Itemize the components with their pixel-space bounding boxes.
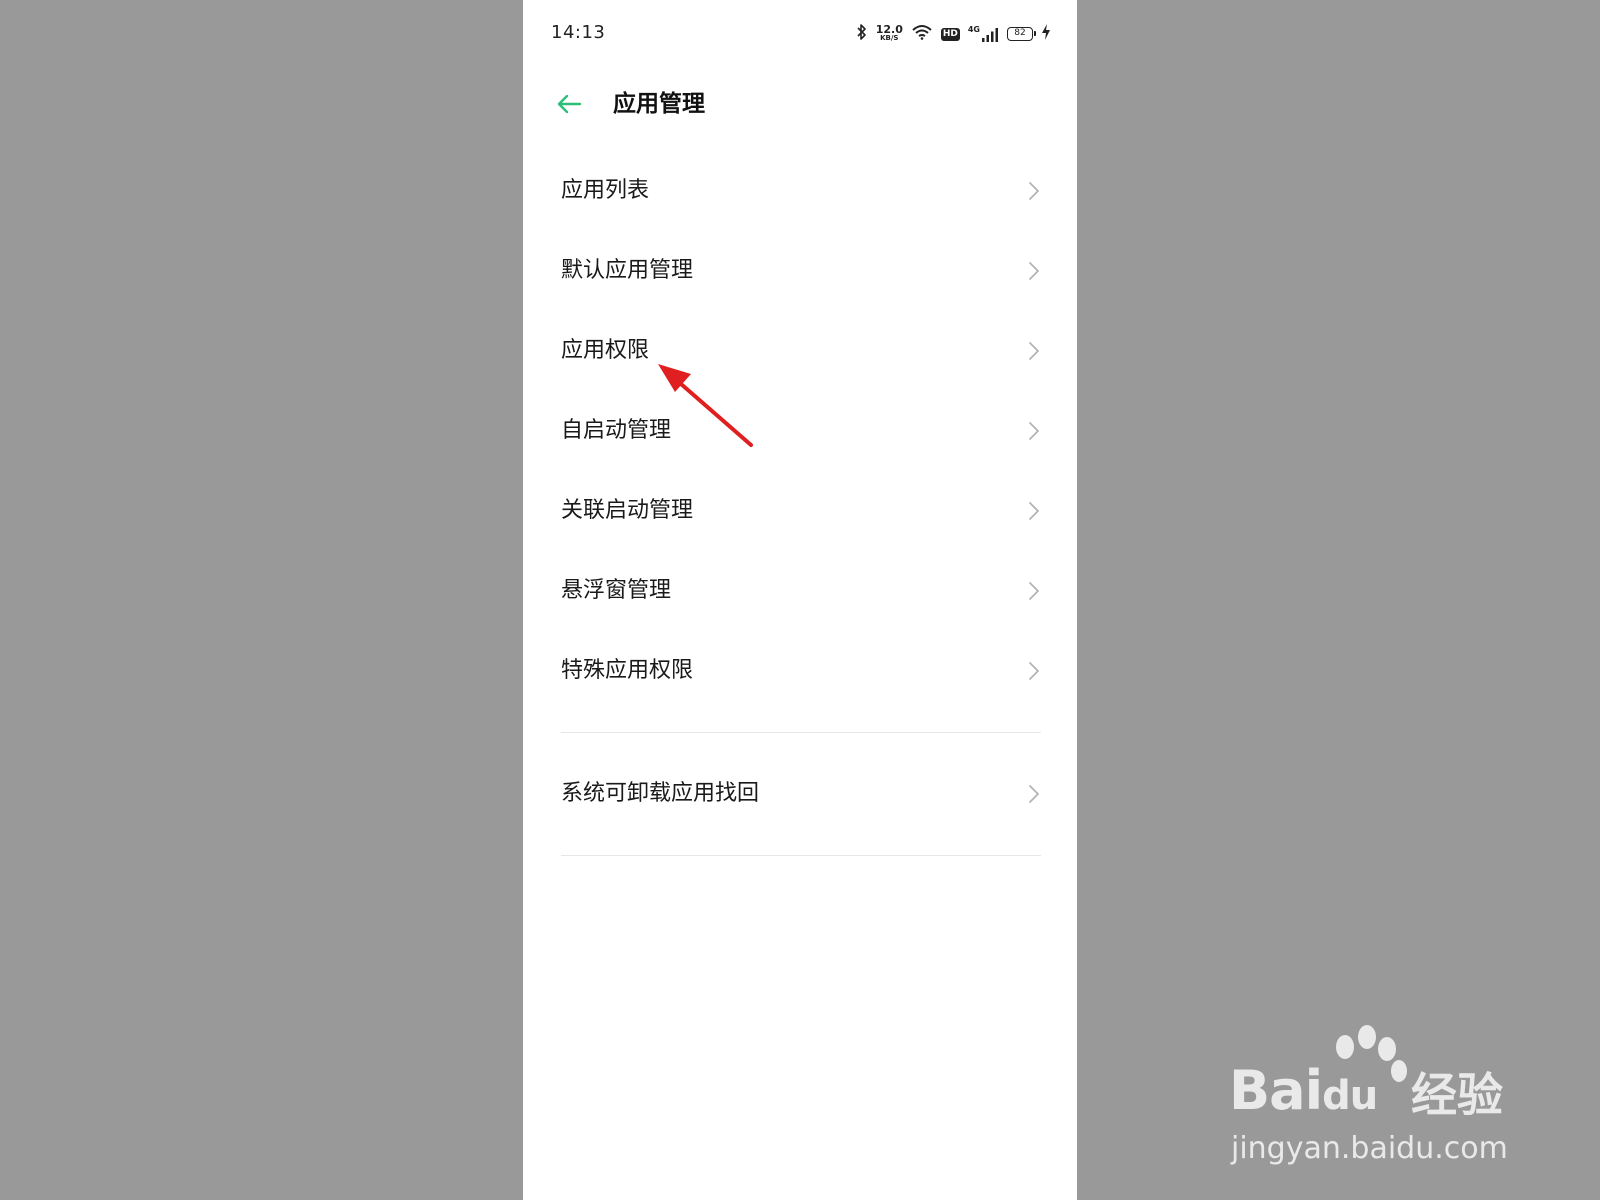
status-time: 14:13 (551, 22, 606, 43)
status-bar: 14:13 12.0 KB/S HD 4G 82 (523, 0, 1077, 60)
chevron-right-icon (1027, 660, 1041, 682)
network-type: 4G (967, 25, 980, 34)
menu-item-app-permissions[interactable]: 应用权限 (561, 320, 1041, 382)
divider (561, 855, 1041, 856)
hd-icon: HD (940, 27, 960, 41)
menu-item-floating-window[interactable]: 悬浮窗管理 (561, 560, 1041, 622)
chevron-right-icon (1027, 260, 1041, 282)
menu-item-label: 默认应用管理 (561, 258, 694, 283)
bluetooth-icon (856, 23, 868, 45)
chevron-right-icon (1027, 500, 1041, 522)
menu-item-label: 自启动管理 (561, 418, 672, 443)
chevron-right-icon (1027, 340, 1041, 362)
signal-icon: 4G (968, 25, 999, 43)
menu-item-associated-start[interactable]: 关联启动管理 (561, 480, 1041, 542)
watermark-brand: Baidu (1229, 1059, 1378, 1122)
status-icons: 12.0 KB/S HD 4G 82 (856, 22, 1051, 46)
menu-item-label: 特殊应用权限 (561, 658, 694, 683)
phone-screen: 14:13 12.0 KB/S HD 4G 82 应用管理 应用列表 默认应用管… (523, 0, 1077, 1200)
header: 应用管理 (523, 82, 1077, 126)
arrow-left-icon[interactable] (553, 88, 585, 120)
menu-item-label: 系统可卸载应用找回 (561, 781, 760, 806)
menu-item-app-list[interactable]: 应用列表 (561, 160, 1041, 222)
page-title: 应用管理 (613, 91, 705, 117)
menu-item-recover-system-apps[interactable]: 系统可卸载应用找回 (561, 763, 1041, 825)
menu-item-label: 应用权限 (561, 338, 650, 363)
battery-icon: 82 (1007, 27, 1036, 41)
chevron-right-icon (1027, 783, 1041, 805)
net-speed-unit: KB/S (880, 34, 899, 42)
net-speed-value: 12.0 (875, 23, 903, 36)
baidu-jingyan-watermark: Baidu 经验 jingyan.baidu.com (1225, 1025, 1525, 1175)
charging-icon (1041, 23, 1051, 45)
menu-item-auto-start[interactable]: 自启动管理 (561, 400, 1041, 462)
chevron-right-icon (1027, 580, 1041, 602)
menu-item-label: 应用列表 (561, 178, 650, 203)
menu-item-default-apps[interactable]: 默认应用管理 (561, 240, 1041, 302)
chevron-right-icon (1027, 180, 1041, 202)
divider (561, 732, 1041, 733)
wifi-icon (911, 24, 933, 44)
menu-item-label: 悬浮窗管理 (561, 578, 672, 603)
menu-item-label: 关联启动管理 (561, 498, 694, 523)
menu-item-special-permissions[interactable]: 特殊应用权限 (561, 640, 1041, 702)
chevron-right-icon (1027, 420, 1041, 442)
watermark-url: jingyan.baidu.com (1231, 1131, 1508, 1166)
watermark-cn: 经验 (1411, 1068, 1503, 1122)
net-speed: 12.0 KB/S (875, 23, 903, 43)
